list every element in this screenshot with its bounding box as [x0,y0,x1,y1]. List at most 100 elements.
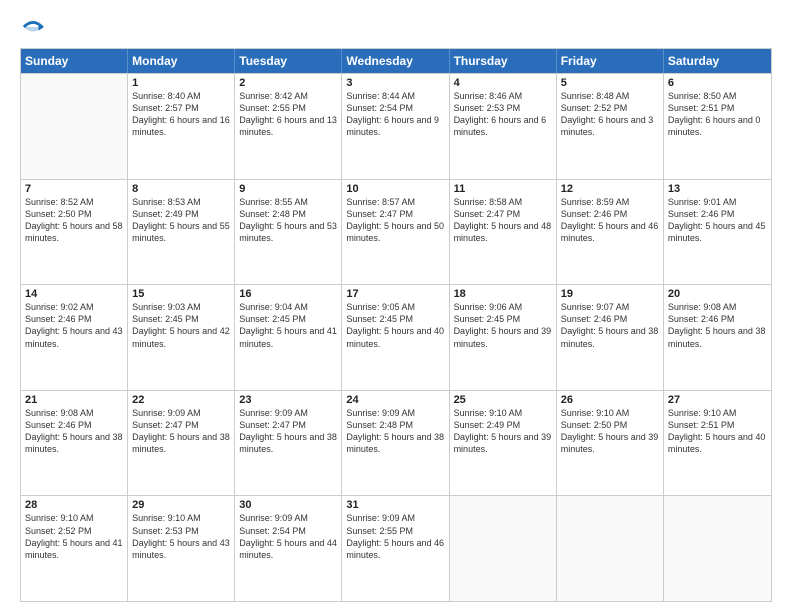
day-number: 8 [132,183,230,195]
cell-info: Sunrise: 9:08 AM Sunset: 2:46 PM Dayligh… [668,301,767,350]
calendar-cell: 22Sunrise: 9:09 AM Sunset: 2:47 PM Dayli… [128,391,235,496]
day-number: 27 [668,394,767,406]
header-day-wednesday: Wednesday [342,49,449,73]
cell-info: Sunrise: 8:59 AM Sunset: 2:46 PM Dayligh… [561,196,659,245]
calendar-cell: 29Sunrise: 9:10 AM Sunset: 2:53 PM Dayli… [128,496,235,601]
cell-info: Sunrise: 9:09 AM Sunset: 2:54 PM Dayligh… [239,512,337,561]
cell-info: Sunrise: 8:55 AM Sunset: 2:48 PM Dayligh… [239,196,337,245]
header-day-tuesday: Tuesday [235,49,342,73]
calendar-cell: 14Sunrise: 9:02 AM Sunset: 2:46 PM Dayli… [21,285,128,390]
cell-info: Sunrise: 8:46 AM Sunset: 2:53 PM Dayligh… [454,90,552,139]
calendar-cell: 15Sunrise: 9:03 AM Sunset: 2:45 PM Dayli… [128,285,235,390]
calendar-row-0: 1Sunrise: 8:40 AM Sunset: 2:57 PM Daylig… [21,73,771,179]
cell-info: Sunrise: 8:48 AM Sunset: 2:52 PM Dayligh… [561,90,659,139]
calendar-cell: 4Sunrise: 8:46 AM Sunset: 2:53 PM Daylig… [450,74,557,179]
calendar-cell: 30Sunrise: 9:09 AM Sunset: 2:54 PM Dayli… [235,496,342,601]
calendar-row-4: 28Sunrise: 9:10 AM Sunset: 2:52 PM Dayli… [21,495,771,601]
day-number: 6 [668,77,767,89]
calendar-cell: 8Sunrise: 8:53 AM Sunset: 2:49 PM Daylig… [128,180,235,285]
calendar-cell [450,496,557,601]
day-number: 28 [25,499,123,511]
cell-info: Sunrise: 9:10 AM Sunset: 2:51 PM Dayligh… [668,407,767,456]
calendar-page: SundayMondayTuesdayWednesdayThursdayFrid… [0,0,792,612]
calendar-cell: 11Sunrise: 8:58 AM Sunset: 2:47 PM Dayli… [450,180,557,285]
day-number: 31 [346,499,444,511]
day-number: 25 [454,394,552,406]
calendar-cell: 13Sunrise: 9:01 AM Sunset: 2:46 PM Dayli… [664,180,771,285]
header-day-monday: Monday [128,49,235,73]
day-number: 12 [561,183,659,195]
calendar-body: 1Sunrise: 8:40 AM Sunset: 2:57 PM Daylig… [21,73,771,601]
day-number: 5 [561,77,659,89]
calendar-cell [664,496,771,601]
header-day-friday: Friday [557,49,664,73]
calendar-cell: 2Sunrise: 8:42 AM Sunset: 2:55 PM Daylig… [235,74,342,179]
calendar-row-1: 7Sunrise: 8:52 AM Sunset: 2:50 PM Daylig… [21,179,771,285]
day-number: 13 [668,183,767,195]
day-number: 21 [25,394,123,406]
cell-info: Sunrise: 9:07 AM Sunset: 2:46 PM Dayligh… [561,301,659,350]
day-number: 26 [561,394,659,406]
day-number: 30 [239,499,337,511]
day-number: 2 [239,77,337,89]
calendar-cell: 31Sunrise: 9:09 AM Sunset: 2:55 PM Dayli… [342,496,449,601]
calendar-row-3: 21Sunrise: 9:08 AM Sunset: 2:46 PM Dayli… [21,390,771,496]
cell-info: Sunrise: 9:02 AM Sunset: 2:46 PM Dayligh… [25,301,123,350]
cell-info: Sunrise: 9:03 AM Sunset: 2:45 PM Dayligh… [132,301,230,350]
cell-info: Sunrise: 9:09 AM Sunset: 2:47 PM Dayligh… [239,407,337,456]
header-day-saturday: Saturday [664,49,771,73]
calendar-cell: 25Sunrise: 9:10 AM Sunset: 2:49 PM Dayli… [450,391,557,496]
day-number: 17 [346,288,444,300]
calendar-cell: 20Sunrise: 9:08 AM Sunset: 2:46 PM Dayli… [664,285,771,390]
calendar-cell: 3Sunrise: 8:44 AM Sunset: 2:54 PM Daylig… [342,74,449,179]
calendar-header: SundayMondayTuesdayWednesdayThursdayFrid… [21,49,771,73]
day-number: 4 [454,77,552,89]
cell-info: Sunrise: 9:10 AM Sunset: 2:49 PM Dayligh… [454,407,552,456]
calendar-cell: 19Sunrise: 9:07 AM Sunset: 2:46 PM Dayli… [557,285,664,390]
day-number: 18 [454,288,552,300]
header-day-thursday: Thursday [450,49,557,73]
calendar-cell: 1Sunrise: 8:40 AM Sunset: 2:57 PM Daylig… [128,74,235,179]
cell-info: Sunrise: 8:40 AM Sunset: 2:57 PM Dayligh… [132,90,230,139]
calendar-cell: 6Sunrise: 8:50 AM Sunset: 2:51 PM Daylig… [664,74,771,179]
calendar-cell: 21Sunrise: 9:08 AM Sunset: 2:46 PM Dayli… [21,391,128,496]
cell-info: Sunrise: 9:09 AM Sunset: 2:48 PM Dayligh… [346,407,444,456]
calendar-cell [21,74,128,179]
calendar-cell: 23Sunrise: 9:09 AM Sunset: 2:47 PM Dayli… [235,391,342,496]
cell-info: Sunrise: 9:09 AM Sunset: 2:55 PM Dayligh… [346,512,444,561]
cell-info: Sunrise: 9:10 AM Sunset: 2:52 PM Dayligh… [25,512,123,561]
calendar-cell: 9Sunrise: 8:55 AM Sunset: 2:48 PM Daylig… [235,180,342,285]
calendar-cell: 27Sunrise: 9:10 AM Sunset: 2:51 PM Dayli… [664,391,771,496]
day-number: 23 [239,394,337,406]
calendar-cell: 24Sunrise: 9:09 AM Sunset: 2:48 PM Dayli… [342,391,449,496]
cell-info: Sunrise: 8:42 AM Sunset: 2:55 PM Dayligh… [239,90,337,139]
cell-info: Sunrise: 8:44 AM Sunset: 2:54 PM Dayligh… [346,90,444,139]
cell-info: Sunrise: 9:05 AM Sunset: 2:45 PM Dayligh… [346,301,444,350]
cell-info: Sunrise: 8:50 AM Sunset: 2:51 PM Dayligh… [668,90,767,139]
calendar-cell: 28Sunrise: 9:10 AM Sunset: 2:52 PM Dayli… [21,496,128,601]
cell-info: Sunrise: 8:58 AM Sunset: 2:47 PM Dayligh… [454,196,552,245]
calendar-cell [557,496,664,601]
day-number: 7 [25,183,123,195]
day-number: 9 [239,183,337,195]
logo-icon [22,16,44,38]
calendar-cell: 12Sunrise: 8:59 AM Sunset: 2:46 PM Dayli… [557,180,664,285]
day-number: 3 [346,77,444,89]
day-number: 24 [346,394,444,406]
cell-info: Sunrise: 9:01 AM Sunset: 2:46 PM Dayligh… [668,196,767,245]
cell-info: Sunrise: 9:10 AM Sunset: 2:53 PM Dayligh… [132,512,230,561]
day-number: 10 [346,183,444,195]
calendar-row-2: 14Sunrise: 9:02 AM Sunset: 2:46 PM Dayli… [21,284,771,390]
day-number: 14 [25,288,123,300]
cell-info: Sunrise: 8:52 AM Sunset: 2:50 PM Dayligh… [25,196,123,245]
cell-info: Sunrise: 9:10 AM Sunset: 2:50 PM Dayligh… [561,407,659,456]
day-number: 22 [132,394,230,406]
cell-info: Sunrise: 9:04 AM Sunset: 2:45 PM Dayligh… [239,301,337,350]
calendar-cell: 18Sunrise: 9:06 AM Sunset: 2:45 PM Dayli… [450,285,557,390]
day-number: 11 [454,183,552,195]
calendar: SundayMondayTuesdayWednesdayThursdayFrid… [20,48,772,602]
calendar-cell: 26Sunrise: 9:10 AM Sunset: 2:50 PM Dayli… [557,391,664,496]
day-number: 19 [561,288,659,300]
day-number: 29 [132,499,230,511]
day-number: 16 [239,288,337,300]
